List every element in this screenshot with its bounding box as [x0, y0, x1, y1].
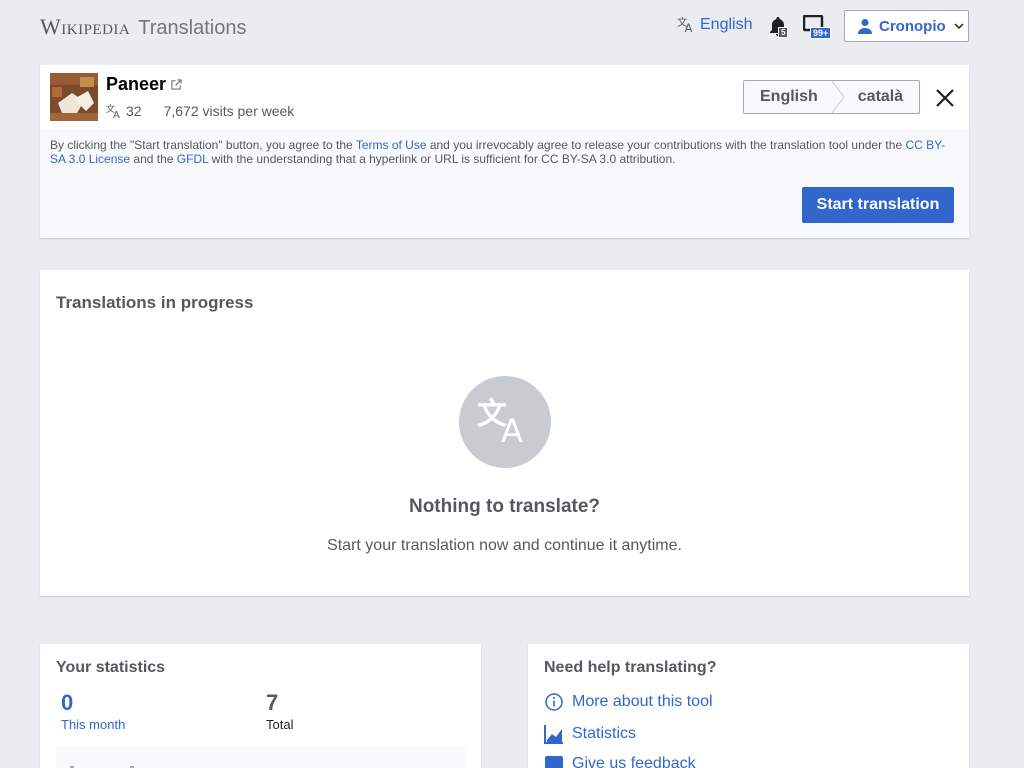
username-label: Cronopio — [879, 17, 946, 35]
statistics-link[interactable]: Statistics — [544, 724, 636, 744]
article-title[interactable]: Paneer — [106, 74, 182, 95]
svg-text:A: A — [113, 110, 120, 119]
language-pair-selector: English català — [743, 80, 921, 114]
external-link-icon — [171, 79, 182, 90]
this-month-value[interactable]: 0 — [61, 690, 73, 716]
interface-language-label: English — [700, 15, 753, 33]
feedback-icon — [545, 756, 563, 768]
start-translation-button[interactable]: Start translation — [802, 187, 954, 223]
give-feedback-link[interactable]: Give us feedback — [544, 754, 696, 768]
source-article-header: Paneer 文A 32 7,672 visits per week Engli… — [40, 65, 969, 129]
user-menu-button[interactable]: Cronopio — [844, 10, 969, 42]
article-meta: 文A 32 7,672 visits per week — [106, 103, 294, 119]
more-about-tool-link[interactable]: More about this tool — [544, 692, 713, 712]
total-value: 7 — [266, 690, 279, 715]
terms-of-use-link[interactable]: Terms of Use — [356, 138, 427, 152]
source-language-button[interactable]: English — [744, 81, 832, 113]
empty-state-translate-icon: 文A — [459, 376, 551, 468]
help-card: Need help translating? More about this t… — [528, 644, 969, 768]
chart-icon — [544, 725, 563, 744]
total-label: Total — [266, 717, 294, 732]
help-item-label: More about this tool — [572, 693, 713, 710]
svg-text:A: A — [685, 21, 693, 34]
empty-state-subtitle: Start your translation now and continue … — [327, 537, 682, 554]
legal-text-1: By clicking the "Start translation" butt… — [50, 138, 356, 152]
language-arrow-separator — [831, 81, 845, 113]
statistics-title: Your statistics — [56, 659, 166, 676]
statistics-card: Your statistics 0 This month 7 Total — [40, 644, 481, 768]
article-thumbnail — [50, 73, 98, 121]
logo-subtitle: Translations — [138, 17, 247, 39]
help-title: Need help translating? — [544, 659, 717, 676]
help-item-label: Give us feedback — [572, 755, 696, 768]
help-item-label: Statistics — [572, 725, 637, 742]
target-language-button[interactable]: català — [846, 81, 919, 113]
gfdl-link[interactable]: GFDL — [177, 152, 209, 166]
top-bar: Wikipedia Translations 文A English 5 99+ … — [0, 0, 1024, 56]
user-icon — [858, 19, 872, 34]
logo-wordmark: Wikipedia — [40, 14, 131, 39]
legal-text-3: and the — [130, 152, 177, 166]
empty-state-title: Nothing to translate? — [408, 496, 601, 517]
this-month-label[interactable]: This month — [61, 717, 125, 732]
section-title: Translations in progress — [56, 293, 254, 312]
svg-text:A: A — [501, 412, 523, 450]
translate-icon: 文A — [106, 103, 120, 119]
chevron-down-icon — [954, 23, 964, 30]
alerts-badge: 5 — [778, 27, 789, 38]
close-icon[interactable] — [933, 86, 957, 110]
source-article-card: Paneer 文A 32 7,672 visits per week Engli… — [40, 65, 969, 238]
wikipedia-logo[interactable]: Wikipedia Translations — [40, 14, 246, 40]
legal-text-2: and you irrevocably agree to release you… — [426, 138, 906, 152]
legal-notice: By clicking the "Start translation" butt… — [50, 138, 960, 166]
article-title-text: Paneer — [106, 74, 167, 94]
legal-text-4: with the understanding that a hyperlink … — [208, 152, 676, 166]
interface-language-selector[interactable]: 文A English — [677, 15, 752, 34]
languages-count: 32 — [126, 103, 142, 119]
translate-icon: 文A — [677, 15, 693, 34]
statistics-chart — [56, 746, 465, 768]
visits-count: 7,672 visits per week — [163, 103, 295, 119]
notices-badge: 99+ — [810, 27, 832, 39]
info-icon — [545, 693, 563, 711]
translations-in-progress-card: Translations in progress 文A Nothing to t… — [40, 270, 969, 596]
